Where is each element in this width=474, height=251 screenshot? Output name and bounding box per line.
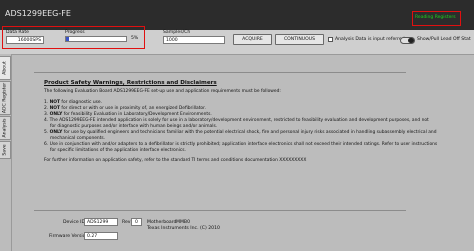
further-info-text: For further information on application s… bbox=[44, 158, 307, 163]
list-item-continuation: for specific limitations of the applicat… bbox=[50, 148, 186, 153]
acquire-button[interactable]: ACQUIRE bbox=[233, 34, 272, 45]
tab-analysis[interactable]: Analysis bbox=[0, 116, 11, 140]
list-item-continuation: mechanical components. bbox=[50, 136, 106, 141]
list-item: 4. The ADS1299EEG-FE intended applicatio… bbox=[44, 118, 429, 123]
list-item: 5. ONLY for use by qualified engineers a… bbox=[44, 130, 437, 135]
status-indicator: Reading Registers bbox=[412, 11, 461, 26]
intro-text: The following Evaluation Board ADS1299EE… bbox=[44, 89, 281, 94]
tab-about-label: About bbox=[2, 61, 8, 75]
status-text: Reading Registers bbox=[415, 15, 456, 20]
side-tab-bar: About ADC Register Analysis Save bbox=[0, 54, 12, 251]
analysis-checkbox-label: Analysis Data is input referred bbox=[335, 37, 405, 42]
toggle-knob bbox=[408, 38, 414, 43]
tab-adc-register-label: ADC Register bbox=[2, 82, 8, 114]
tab-adc-register[interactable]: ADC Register bbox=[0, 81, 11, 115]
rev-field: 0 bbox=[131, 218, 142, 226]
data-rate-label: Data Rate bbox=[6, 30, 29, 35]
progress-percent: 5% bbox=[131, 36, 139, 41]
list-item: 3. ONLY for feasibility Evaluation in La… bbox=[44, 112, 212, 117]
tab-save-label: Save bbox=[2, 144, 8, 156]
samples-label: Samples/Ch bbox=[163, 30, 191, 35]
company-text: Texas Instruments Inc. (C) 2010 bbox=[147, 226, 220, 231]
progress-fill bbox=[66, 37, 69, 41]
tab-save[interactable]: Save bbox=[0, 141, 11, 159]
lead-off-toggle[interactable] bbox=[400, 37, 415, 44]
device-id-field: ADS1299 bbox=[84, 218, 118, 226]
continuous-button[interactable]: CONTINUOUS bbox=[275, 34, 324, 45]
divider-top bbox=[34, 72, 406, 73]
tab-about[interactable]: About bbox=[0, 56, 11, 80]
firmware-label: Firmware Version bbox=[49, 234, 89, 239]
motherboard-value: MMB0 bbox=[176, 220, 191, 225]
rev-label: Rev bbox=[122, 220, 131, 225]
samples-input[interactable]: 1000 bbox=[163, 36, 225, 44]
motherboard-label: Motherboard bbox=[147, 220, 177, 225]
show-pull-lead-off-label: Show/Pull Lead Off Stat bbox=[417, 37, 471, 42]
analysis-input-referred-checkbox[interactable] bbox=[328, 37, 333, 42]
firmware-field: 0.27 bbox=[84, 232, 118, 240]
device-id-label: Device ID bbox=[63, 220, 86, 225]
progress-label: Progress bbox=[65, 30, 85, 35]
app-title: ADS1299EEG-FE bbox=[5, 9, 71, 18]
list-item: 1. NOT for diagnostic use. bbox=[44, 100, 103, 105]
list-item-continuation: for diagnostic purposes and/or interface… bbox=[50, 124, 218, 129]
progress-bar bbox=[65, 36, 127, 42]
list-item: 6. Use in conjunction with and/or adapte… bbox=[44, 142, 438, 147]
data-rate-field[interactable]: 16000SPS bbox=[6, 36, 44, 44]
tab-analysis-label: Analysis bbox=[2, 118, 8, 138]
divider-bottom bbox=[34, 210, 406, 211]
safety-heading: Product Safety Warnings, Restrictions an… bbox=[44, 80, 217, 86]
list-item: 2. NOT for direct or with or use in prox… bbox=[44, 106, 206, 111]
